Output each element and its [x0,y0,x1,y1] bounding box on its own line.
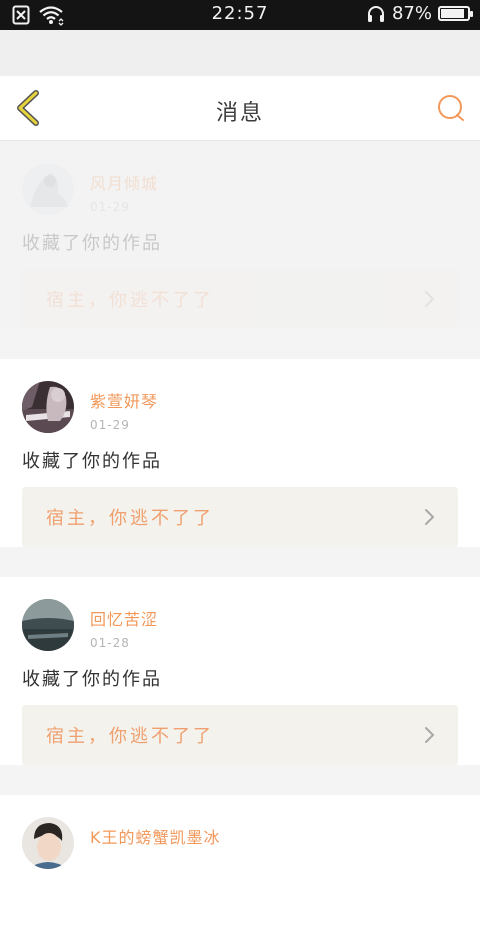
message-card-overflow [22,869,458,949]
message-meta: K王的螃蟹凯墨冰 [90,817,221,848]
action-text: 收藏了你的作品 [22,233,162,254]
top-strip [0,30,480,76]
message-meta: 风月倾城 01-29 [90,163,158,214]
message-list: 风月倾城 01-29 收藏了你的作品 宿主，你逃不了了 紫萱妍琴 01-29 收… [0,141,480,949]
avatar[interactable] [22,817,74,869]
user-name[interactable]: 风月倾城 [90,170,158,194]
message-card-body: 紫萱妍琴 01-29 收藏了你的作品 宿主，你逃不了了 [0,359,480,547]
message-card-body: 回忆苦涩 01-28 收藏了你的作品 宿主，你逃不了了 [0,577,480,765]
message-card-body: 风月倾城 01-29 收藏了你的作品 宿主，你逃不了了 [0,141,480,329]
message-card: K王的螃蟹凯墨冰 [0,795,480,949]
message-card: 风月倾城 01-29 收藏了你的作品 宿主，你逃不了了 [0,141,480,329]
work-link[interactable]: 宿主，你逃不了了 [22,487,458,547]
action-text: 收藏了你的作品 [22,669,162,690]
work-title: 宿主，你逃不了了 [46,508,214,529]
message-header: 紫萱妍琴 01-29 [22,359,458,433]
message-card-body: K王的螃蟹凯墨冰 [0,795,480,949]
message-header: 风月倾城 01-29 [22,141,458,215]
nav-bar: 消息 [0,76,480,141]
chevron-right-icon [425,727,435,743]
search-icon[interactable] [436,93,466,123]
chevron-right-icon [425,509,435,525]
status-bar: 22:57 87% [0,0,480,30]
message-header: K王的螃蟹凯墨冰 [22,795,458,869]
work-link[interactable]: 宿主，你逃不了了 [22,705,458,765]
avatar[interactable] [22,381,74,433]
battery-percent: 87% [391,3,432,24]
avatar[interactable] [22,599,74,651]
user-name[interactable]: 紫萱妍琴 [90,388,158,412]
avatar[interactable] [22,163,74,215]
work-title: 宿主，你逃不了了 [46,726,214,747]
work-title: 宿主，你逃不了了 [46,290,214,311]
message-meta: 紫萱妍琴 01-29 [90,381,158,432]
page-title: 消息 [215,101,264,126]
message-card: 紫萱妍琴 01-29 收藏了你的作品 宿主，你逃不了了 [0,359,480,547]
chevron-right-icon [425,291,435,307]
user-name[interactable]: 回忆苦涩 [90,606,158,630]
message-date: 01-28 [90,636,130,650]
work-link[interactable]: 宿主，你逃不了了 [22,269,458,329]
message-meta: 回忆苦涩 01-28 [90,599,158,650]
battery-icon [438,6,473,21]
message-date: 01-29 [90,200,130,214]
message-card: 回忆苦涩 01-28 收藏了你的作品 宿主，你逃不了了 [0,577,480,765]
action-text: 收藏了你的作品 [22,451,162,472]
status-right-icons: 87% [366,3,473,24]
headphones-icon [367,5,384,22]
battery-level [441,9,464,18]
message-header: 回忆苦涩 01-28 [22,577,458,651]
message-date: 01-29 [90,418,130,432]
user-name[interactable]: K王的螃蟹凯墨冰 [90,824,221,848]
